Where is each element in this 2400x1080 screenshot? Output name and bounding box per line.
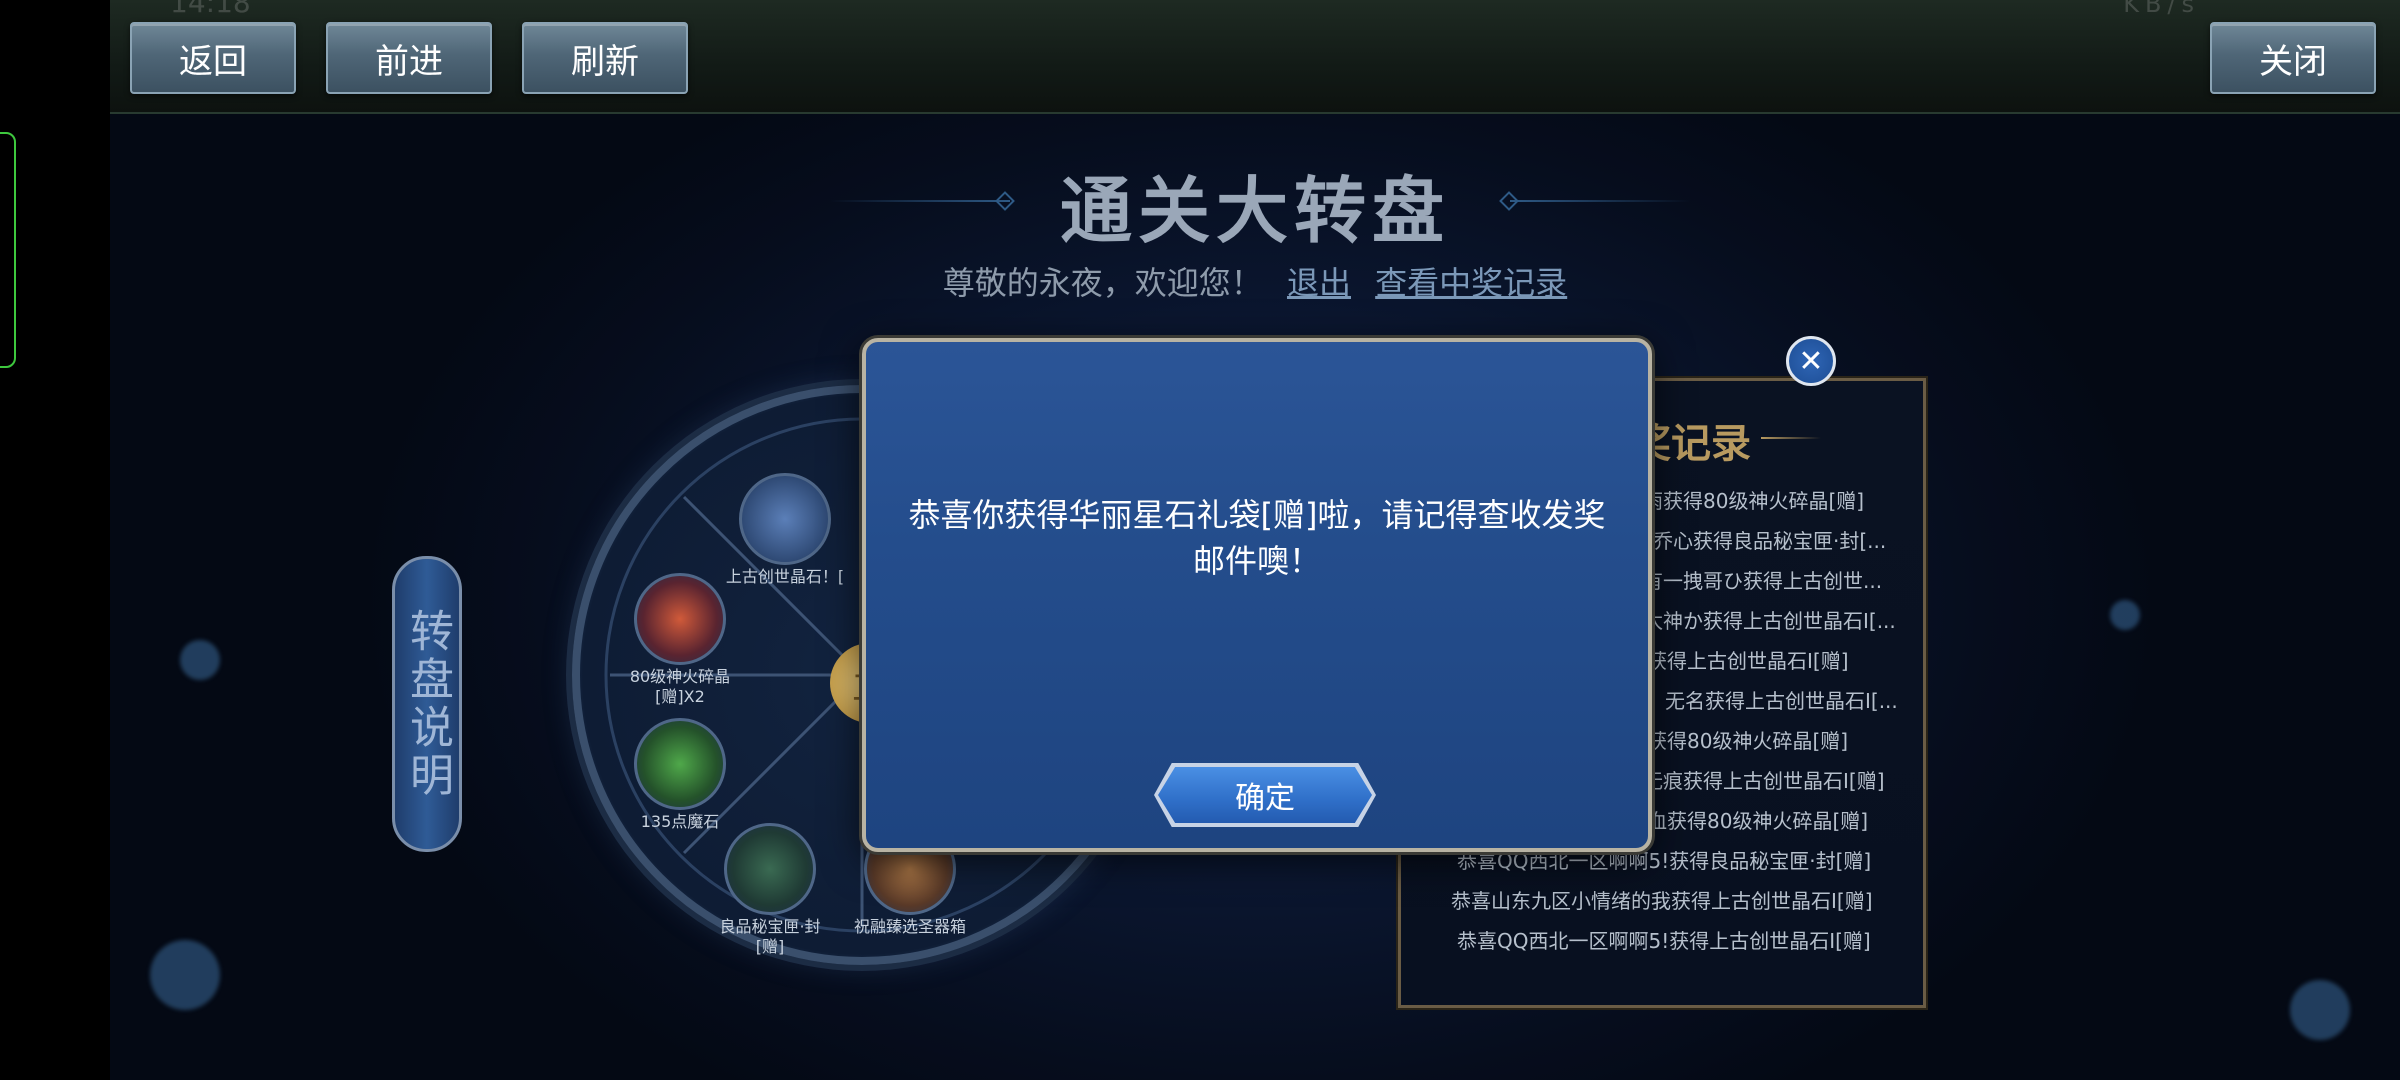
page-title: 通关大转盘: [1059, 168, 1450, 253]
prize-item: 上古创世晶石！[: [725, 473, 845, 587]
back-button[interactable]: 返回: [130, 22, 296, 94]
logout-link[interactable]: 退出: [1287, 264, 1351, 302]
record-item: 恭喜QQ西北一区啊啊5!获得上古创世晶石I[赠]: [1457, 929, 1871, 953]
prize-label: 80级神火碎晶[赠]X2: [629, 667, 731, 706]
wheel-help-button[interactable]: 转盘说明: [392, 556, 462, 852]
sparkle-decoration: [2110, 600, 2140, 630]
reward-message-line: 邮件噢！: [1192, 542, 1321, 580]
reward-message: 恭喜你获得华丽星石礼袋[赠]啦，请记得查收发奖 邮件噢！: [906, 492, 1608, 584]
treasure-box-icon: [724, 823, 816, 915]
prize-label: 祝融臻选圣器箱: [853, 917, 966, 936]
game-stage: 14:18 KB/s 返回 前进 刷新 关闭 通关大转盘 尊敬的永夜，欢迎您！ …: [110, 0, 2400, 1080]
crystal-icon: [739, 473, 831, 565]
welcome-row: 尊敬的永夜，欢迎您！ 退出 查看中奖记录: [110, 258, 2400, 304]
status-time: 14:18: [170, 0, 251, 19]
side-panel-handle[interactable]: [0, 132, 16, 368]
green-stone-icon: [634, 718, 726, 810]
close-icon[interactable]: ✕: [1786, 336, 1836, 386]
reward-message-line: 恭喜你获得华丽星石礼袋[赠]啦，请记得查收发奖: [908, 496, 1606, 534]
forward-button[interactable]: 前进: [326, 22, 492, 94]
prize-item: 良品秘宝匣·封[赠]: [710, 823, 830, 957]
status-speed: KB/s: [2123, 0, 2200, 18]
reward-dialog: 恭喜你获得华丽星石礼袋[赠]啦，请记得查收发奖 邮件噢！ 确定: [862, 338, 1652, 852]
left-black-strip: [0, 0, 110, 1080]
prize-label: 上古创世晶石！[: [725, 567, 845, 586]
records-title-decoration: [1761, 437, 1821, 439]
sparkle-decoration: [150, 940, 220, 1010]
confirm-button[interactable]: 确定: [1158, 767, 1372, 823]
sparkle-decoration: [2290, 980, 2350, 1040]
view-records-link[interactable]: 查看中奖记录: [1375, 264, 1567, 302]
prize-label: 良品秘宝匣·封[赠]: [719, 917, 821, 956]
prize-item: 80级神火碎晶[赠]X2: [620, 573, 740, 707]
welcome-text: 尊敬的永夜，欢迎您！: [942, 264, 1263, 302]
sparkle-decoration: [180, 640, 220, 680]
prize-item: 135点魔石: [620, 718, 740, 832]
record-item: 恭喜山东九区小情绪的我获得上古创世晶石I[赠]: [1451, 889, 1873, 913]
close-button[interactable]: 关闭: [2210, 22, 2376, 94]
fire-crystal-icon: [634, 573, 726, 665]
refresh-button[interactable]: 刷新: [522, 22, 688, 94]
top-toolbar: 14:18 KB/s 返回 前进 刷新 关闭: [110, 0, 2400, 114]
